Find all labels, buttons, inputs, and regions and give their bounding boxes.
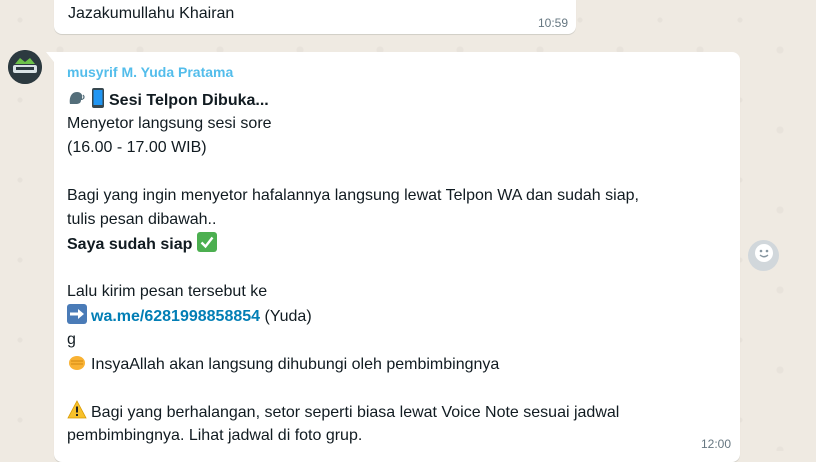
phone-link[interactable]: wa.me/6281998858854 (91, 308, 260, 325)
message-time: 12:00 (700, 437, 731, 451)
message-line: tulis pesan dibawah.. (67, 211, 217, 228)
info-text: InsyaAllah akan langsung dihubungi oleh … (91, 356, 500, 373)
message-body: Sesi Telpon Dibuka... Menyetor langsung … (67, 88, 727, 448)
message-line: Menyetor langsung sesi sore (67, 115, 272, 132)
ready-text: Saya sudah siap (67, 236, 193, 253)
message-title-line: Sesi Telpon Dibuka... (67, 88, 727, 112)
emoji-react-button[interactable] (748, 240, 779, 271)
message-title: Sesi Telpon Dibuka... (109, 92, 269, 109)
message-line: Bagi yang ingin menyetor hafalannya lang… (67, 187, 639, 204)
sender-name[interactable]: musyrif M. Yuda Pratama (67, 64, 233, 80)
message-bubble-main[interactable]: musyrif M. Yuda Pratama Sesi Telpon Dibu… (46, 52, 740, 462)
info-line: InsyaAllah akan langsung dihubungi oleh … (67, 352, 727, 376)
message-line: pembimbingnya. Lihat jadwal di foto grup… (67, 427, 363, 444)
emoji-react-icon (754, 243, 774, 268)
message-text: Jazakumullahu Khairan (68, 5, 235, 22)
ready-line: Saya sudah siap (67, 232, 727, 256)
message-bubble-previous[interactable]: Jazakumullahu Khairan 10:59 (54, 0, 576, 34)
link-suffix: (Yuda) (264, 308, 312, 325)
warning-text: Bagi yang berhalangan, setor seperti bia… (91, 404, 620, 421)
message-line: g (67, 331, 76, 348)
warning-line: Bagi yang berhalangan, setor seperti bia… (67, 400, 727, 424)
link-line: wa.me/6281998858854 (Yuda) (67, 304, 727, 328)
message-line: (16.00 - 17.00 WIB) (67, 139, 207, 156)
check-mark-icon (196, 232, 217, 260)
avatar[interactable] (8, 50, 42, 84)
message-line: Lalu kirim pesan tersebut ke (67, 283, 268, 300)
fist-icon (67, 352, 87, 380)
message-time: 10:59 (537, 16, 568, 30)
